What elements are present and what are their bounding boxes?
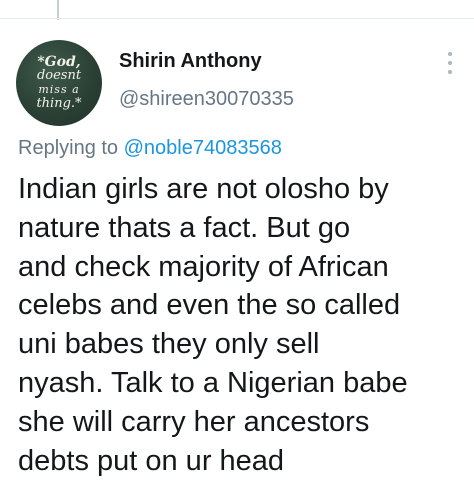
tweet-text-line: Indian girls are not olosho by <box>18 173 389 205</box>
avatar-text-line: thing.* <box>36 96 82 111</box>
dot <box>448 61 452 65</box>
author-handle[interactable]: @shireen30070335 <box>119 88 294 111</box>
tweet-card: *God, doesnt miss a thing.* Shirin Antho… <box>0 0 474 504</box>
author-name[interactable]: Shirin Anthony <box>119 50 262 73</box>
replying-to-label: Replying to <box>18 137 119 159</box>
replying-to: Replying to @noble74083568 <box>18 137 282 160</box>
tweet-text: Indian girls are not olosho by nature th… <box>18 170 470 480</box>
avatar-text-line: doesnt <box>36 68 82 83</box>
tweet-text-line: she will carry her ancestors <box>18 405 370 438</box>
tweet-text-line: debts put on ur head <box>18 444 285 477</box>
avatar-text: *God, doesnt miss a thing.* <box>16 40 102 126</box>
more-vertical-icon[interactable] <box>440 52 460 74</box>
dot <box>448 52 452 56</box>
thread-connector-line <box>57 0 59 20</box>
tweet-text-line: celebs and even the so called <box>18 289 401 322</box>
tweet-text-line: nature thats a fact. But go <box>18 211 351 244</box>
avatar-text-line: miss a <box>38 83 80 96</box>
reply-mention-link[interactable]: @noble74083568 <box>124 137 282 159</box>
tweet-text-line: and check majority of African <box>18 250 389 283</box>
avatar[interactable]: *God, doesnt miss a thing.* <box>16 40 102 126</box>
dot <box>448 70 452 74</box>
tweet-text-line: nyash. Talk to a Nigerian babe <box>18 366 408 399</box>
avatar-text-line: *God, <box>37 54 81 70</box>
divider <box>0 18 474 19</box>
tweet-text-line: uni babes they only sell <box>18 328 320 361</box>
